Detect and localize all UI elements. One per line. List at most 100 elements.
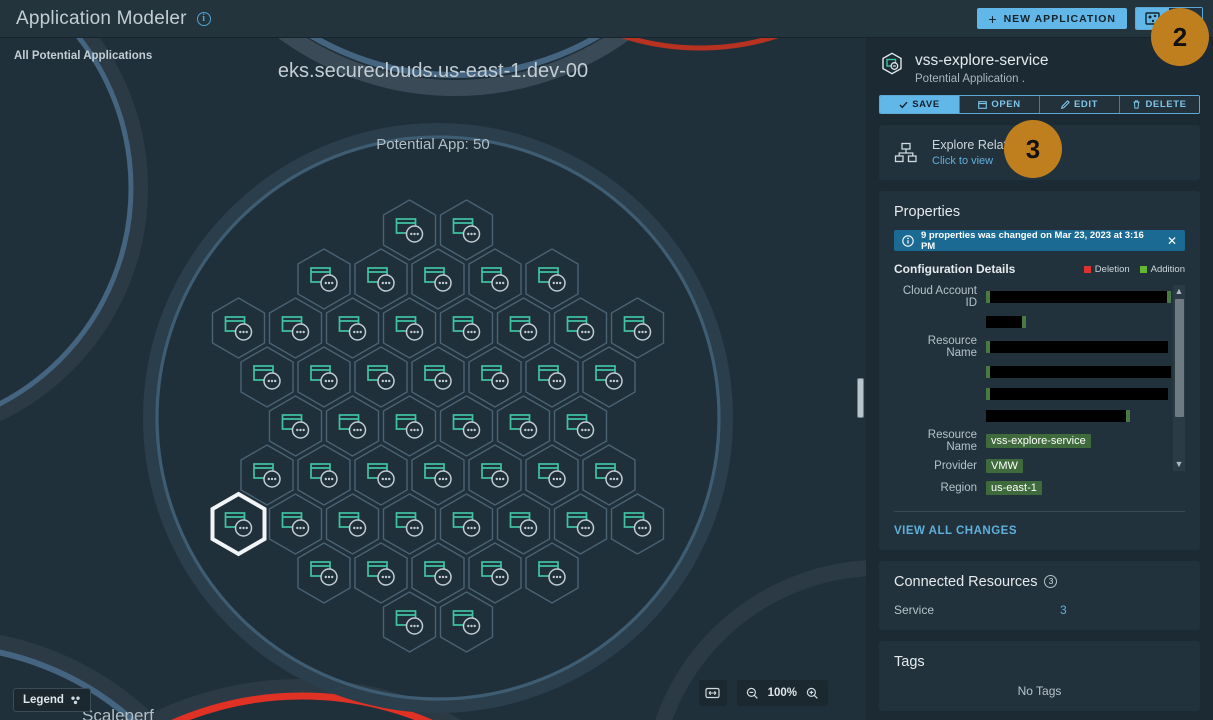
info-icon[interactable]: i: [196, 11, 211, 26]
zoom-controls: 100%: [698, 680, 828, 706]
application-node-icon: [623, 512, 652, 537]
tags-heading: Tags: [894, 654, 925, 670]
application-node-icon: [481, 463, 509, 488]
cluster-label: Potential App: 50: [376, 136, 490, 153]
application-node-icon: [882, 52, 902, 75]
legend-deletion: Deletion: [1083, 263, 1130, 275]
delete-button[interactable]: DELETE: [1120, 96, 1199, 113]
connected-resources-card: Connected Resources 3 Service 3: [879, 561, 1200, 630]
cluster-label-scaleperf: Scaleperf: [82, 706, 154, 720]
application-node-icon: [424, 267, 452, 292]
zoom-in-icon[interactable]: [806, 687, 819, 700]
graph-canvas[interactable]: All Potential Applications eks.secureclo…: [0, 38, 866, 720]
application-node-icon: [452, 512, 481, 537]
connected-resources-count: 3: [1044, 574, 1058, 588]
properties-list: Cloud Account ID Resource Name Resource Na…: [894, 285, 1185, 497]
application-node-icon: [310, 463, 338, 488]
zoom-level-pill: 100%: [736, 680, 828, 706]
graph-title: eks.secureclouds.us-east-1.dev-00: [277, 60, 589, 82]
application-node-icon: [281, 512, 310, 537]
scroll-up-icon[interactable]: ▲: [1175, 285, 1184, 298]
check-icon: [899, 101, 908, 108]
window-icon: [978, 100, 988, 109]
property-value-redacted: [986, 316, 1026, 328]
application-node-icon: [538, 365, 566, 390]
hexagon-node-grid: [210, 199, 665, 653]
callout-badge-3: 3: [1004, 120, 1062, 178]
properties-heading: Properties: [894, 204, 961, 220]
application-node-icon: [338, 414, 367, 439]
connected-resource-count[interactable]: 3: [1060, 603, 1067, 617]
open-label: OPEN: [991, 99, 1021, 110]
property-label: Provider: [934, 460, 977, 472]
plus-icon: +: [988, 10, 998, 27]
fit-to-screen-icon[interactable]: [698, 680, 727, 706]
application-node-icon: [367, 463, 395, 488]
notice-text: 9 properties was changed on Mar 23, 2023…: [920, 229, 1144, 252]
resource-title: vss-explore-service: [915, 52, 1049, 69]
application-node-icon: [367, 267, 395, 292]
property-label: Resource Name: [927, 429, 977, 453]
application-node-icon: [338, 512, 367, 537]
save-button[interactable]: SAVE: [880, 96, 960, 113]
properties-change-notice: 9 properties was changed on Mar 23, 2023…: [894, 229, 1185, 252]
property-value: VMW: [986, 459, 1023, 473]
panel-resize-handle[interactable]: [857, 378, 864, 418]
application-node-icon: [452, 316, 481, 341]
info-icon: [902, 234, 914, 247]
legend-button[interactable]: Legend: [13, 688, 91, 712]
application-node-icon: [452, 414, 481, 439]
scrollbar-thumb[interactable]: [1174, 299, 1184, 417]
pencil-icon: [1060, 100, 1070, 109]
property-value-redacted: [986, 366, 1171, 378]
property-row: Cloud Account ID: [894, 285, 1171, 309]
application-node-icon: [224, 316, 253, 341]
property-row: [894, 313, 1171, 331]
application-node-icon: [281, 316, 310, 341]
divider: [894, 511, 1185, 512]
tags-card: Tags No Tags: [879, 641, 1200, 711]
new-application-button[interactable]: + NEW APPLICATION: [977, 8, 1127, 29]
properties-scrollbar[interactable]: ▲ ▼: [1173, 285, 1185, 471]
connected-resources-label: Connected Resources: [894, 574, 1038, 590]
close-icon[interactable]: ✕: [1167, 234, 1177, 248]
application-node-icon: [310, 365, 338, 390]
page-title: Application Modeler: [16, 7, 187, 29]
property-row: [894, 363, 1171, 381]
application-node-icon: [395, 414, 424, 439]
property-row: Provider VMW: [894, 457, 1171, 475]
top-bar: Application Modeler i + NEW APPLICATION: [0, 0, 1213, 38]
application-node-icon: [310, 561, 338, 586]
addition-swatch: [1139, 265, 1147, 273]
property-label: Region: [940, 482, 977, 494]
legend-expand-icon: [71, 696, 80, 704]
application-node-icon: [395, 218, 424, 243]
property-value-redacted: [986, 410, 1130, 422]
connected-resources-heading: Connected Resources 3: [894, 574, 1185, 590]
configuration-details-row: Configuration Details Deletion Addition: [894, 262, 1185, 276]
application-node-icon: [538, 561, 566, 586]
application-node-icon: [452, 610, 481, 635]
application-node-icon: [595, 463, 623, 488]
property-row: [894, 407, 1171, 425]
relationship-graph-icon: [894, 142, 917, 162]
application-node-icon: [224, 512, 253, 537]
application-node-icon: [395, 610, 424, 635]
edit-label: EDIT: [1073, 99, 1099, 110]
open-button[interactable]: OPEN: [960, 96, 1040, 113]
edit-button[interactable]: EDIT: [1040, 96, 1120, 113]
property-row: Region us-east-1: [894, 479, 1171, 497]
action-bar: SAVE OPEN EDIT DELETE: [879, 95, 1200, 114]
property-value-redacted: [986, 388, 1168, 400]
view-all-changes-link[interactable]: VIEW ALL CHANGES: [894, 525, 1185, 537]
scroll-down-icon[interactable]: ▼: [1175, 458, 1184, 471]
zoom-out-icon[interactable]: [746, 687, 759, 700]
application-node-icon: [310, 267, 338, 292]
application-node-icon: [424, 561, 452, 586]
application-node-icon: [253, 365, 281, 390]
application-node-icon: [338, 316, 367, 341]
delete-label: DELETE: [1145, 99, 1187, 110]
legend-deletion-label: Deletion: [1094, 263, 1130, 275]
trash-icon: [1133, 100, 1141, 109]
application-node-icon: [281, 414, 310, 439]
